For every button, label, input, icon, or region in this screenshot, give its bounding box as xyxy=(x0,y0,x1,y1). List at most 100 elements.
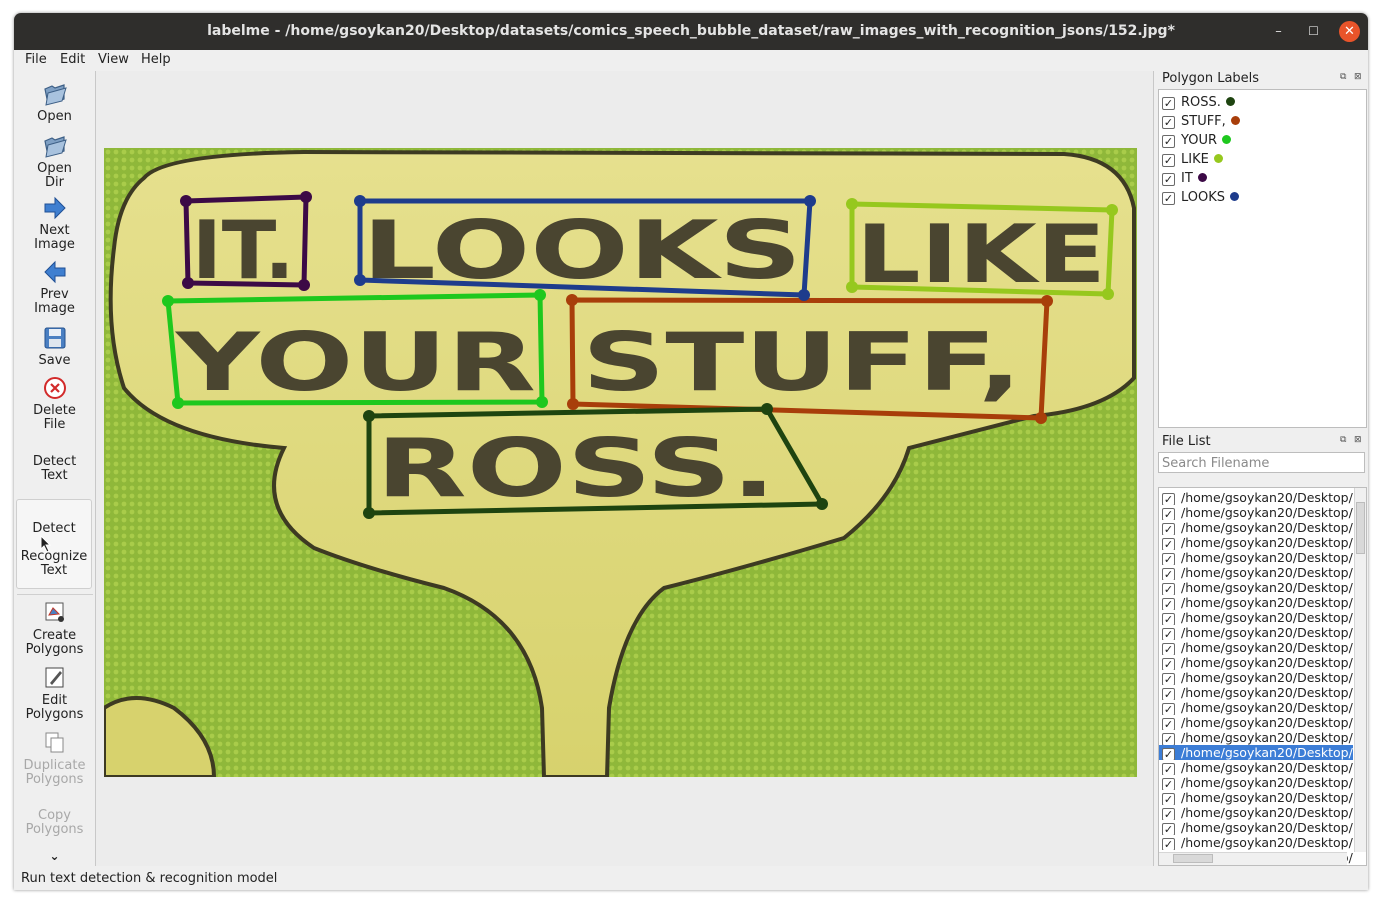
file-list-item[interactable]: ✓ /home/gsoykan20/Desktop/d xyxy=(1159,835,1353,850)
file-list-item[interactable]: ✓ /home/gsoykan20/Desktop/d xyxy=(1159,625,1353,640)
file-list-item[interactable]: ✓ /home/gsoykan20/Desktop/d xyxy=(1159,805,1353,820)
checkbox[interactable]: ✓ xyxy=(1162,748,1175,760)
file-path-text: /home/gsoykan20/Desktop/d xyxy=(1181,610,1353,625)
file-list-item[interactable]: ✓ /home/gsoykan20/Desktop/d xyxy=(1159,595,1353,610)
checkbox[interactable]: ✓ xyxy=(1162,643,1175,655)
checkbox[interactable]: ✓ xyxy=(1162,718,1175,730)
checkbox[interactable]: ✓ xyxy=(1162,568,1175,580)
menu-help[interactable]: Help xyxy=(141,52,171,67)
dock-float-icon[interactable]: ⧉ xyxy=(1340,435,1346,445)
file-list-item[interactable]: ✓ /home/gsoykan20/Desktop/d xyxy=(1159,505,1353,520)
file-list-item[interactable]: ✓ /home/gsoykan20/Desktop/d xyxy=(1159,535,1353,550)
checkbox[interactable]: ✓ xyxy=(1162,598,1175,610)
file-list-item[interactable]: ✓ /home/gsoykan20/Desktop/d xyxy=(1159,610,1353,625)
scroll-thumb[interactable] xyxy=(1173,854,1213,863)
maximize-button[interactable]: ☐ xyxy=(1303,21,1324,42)
dock-close-icon[interactable]: ⊠ xyxy=(1354,435,1362,445)
file-list-horizontal-scrollbar[interactable] xyxy=(1159,852,1347,865)
save-button[interactable]: Save xyxy=(14,325,95,368)
checkbox[interactable]: ✓ xyxy=(1162,173,1175,186)
file-list-item[interactable]: ✓ /home/gsoykan20/Desktop/d xyxy=(1159,775,1353,790)
file-path-text: /home/gsoykan20/Desktop/d xyxy=(1181,745,1353,760)
polygon-label-item[interactable]: ✓ LOOKS xyxy=(1162,189,1240,207)
checkbox[interactable]: ✓ xyxy=(1162,613,1175,625)
polygon-label-item[interactable]: ✓ IT xyxy=(1162,170,1207,188)
checkbox[interactable]: ✓ xyxy=(1162,135,1175,148)
file-list-item[interactable]: ✓ /home/gsoykan20/Desktop/d xyxy=(1159,820,1353,835)
status-bar: Run text detection & recognition model xyxy=(14,869,1368,890)
polygon-label-item[interactable]: ✓ ROSS. xyxy=(1162,94,1235,112)
checkbox[interactable]: ✓ xyxy=(1162,154,1175,167)
checkbox[interactable]: ✓ xyxy=(1162,493,1175,505)
checkbox[interactable]: ✓ xyxy=(1162,553,1175,565)
polygon-label-item[interactable]: ✓ LIKE xyxy=(1162,151,1223,169)
checkbox[interactable]: ✓ xyxy=(1162,808,1175,820)
file-list-item[interactable]: ✓ /home/gsoykan20/Desktop/d xyxy=(1159,490,1353,505)
menu-file[interactable]: File xyxy=(25,52,47,67)
file-list-item[interactable]: ✓ /home/gsoykan20/Desktop/d xyxy=(1159,655,1353,670)
next-image-button[interactable]: Next Image xyxy=(14,195,95,252)
scroll-thumb[interactable] xyxy=(1356,502,1365,554)
checkbox[interactable]: ✓ xyxy=(1162,793,1175,805)
file-list-item[interactable]: ✓ /home/gsoykan20/Desktop/d xyxy=(1159,640,1353,655)
checkbox[interactable]: ✓ xyxy=(1162,763,1175,775)
close-button[interactable]: ✕ xyxy=(1339,21,1360,42)
file-list-item[interactable]: ✓ /home/gsoykan20/Desktop/d xyxy=(1159,715,1353,730)
file-list-item[interactable]: ✓ /home/gsoykan20/Desktop/d xyxy=(1159,670,1353,685)
file-list-vertical-scrollbar[interactable] xyxy=(1354,488,1366,852)
file-list-item[interactable]: ✓ /home/gsoykan20/Desktop/d xyxy=(1159,790,1353,805)
checkbox[interactable]: ✓ xyxy=(1162,658,1175,670)
dock-close-icon[interactable]: ⊠ xyxy=(1354,72,1362,82)
comic-image[interactable]: IT. LOOKS LIKE YOUR STUFF, ROSS. xyxy=(104,148,1137,777)
checkbox[interactable]: ✓ xyxy=(1162,703,1175,715)
checkbox[interactable]: ✓ xyxy=(1162,628,1175,640)
checkbox[interactable]: ✓ xyxy=(1162,192,1175,205)
file-list-item[interactable]: ✓ /home/gsoykan20/Desktop/d xyxy=(1159,580,1353,595)
create-polygons-button[interactable]: Create Polygons xyxy=(14,600,95,657)
menu-edit[interactable]: Edit xyxy=(60,52,85,67)
file-list-item[interactable]: ✓ /home/gsoykan20/Desktop/d xyxy=(1159,745,1353,760)
canvas-area[interactable]: IT. LOOKS LIKE YOUR STUFF, ROSS. xyxy=(95,71,1154,866)
checkbox[interactable]: ✓ xyxy=(1162,688,1175,700)
chevron-down-icon[interactable]: ⌄ xyxy=(14,849,95,863)
checkbox[interactable]: ✓ xyxy=(1162,583,1175,595)
file-path-text: /home/gsoykan20/Desktop/d xyxy=(1181,820,1353,835)
file-list-item[interactable]: ✓ /home/gsoykan20/Desktop/d xyxy=(1159,685,1353,700)
checkbox[interactable]: ✓ xyxy=(1162,116,1175,129)
file-path-text: /home/gsoykan20/Desktop/d xyxy=(1181,625,1353,640)
duplicate-polygons-button[interactable]: Duplicate Polygons xyxy=(14,730,95,787)
file-list-item[interactable]: ✓ /home/gsoykan20/Desktop/d xyxy=(1159,550,1353,565)
checkbox[interactable]: ✓ xyxy=(1162,778,1175,790)
file-list-item[interactable]: ✓ /home/gsoykan20/Desktop/d xyxy=(1159,520,1353,535)
polygon-label-item[interactable]: ✓ YOUR xyxy=(1162,132,1232,150)
file-search-input[interactable]: Search Filename xyxy=(1158,452,1365,473)
checkbox[interactable]: ✓ xyxy=(1162,538,1175,550)
detect-recognize-text-button[interactable]: Detect Recognize Text xyxy=(16,499,92,589)
file-list-item[interactable]: ✓ /home/gsoykan20/Desktop/d xyxy=(1159,730,1353,745)
checkbox[interactable]: ✓ xyxy=(1162,673,1175,685)
polygon-label-text: LOOKS xyxy=(1181,190,1226,205)
checkbox[interactable]: ✓ xyxy=(1162,838,1175,850)
copy-polygons-button[interactable]: Copy Polygons xyxy=(14,809,95,837)
checkbox[interactable]: ✓ xyxy=(1162,508,1175,520)
checkbox[interactable]: ✓ xyxy=(1162,97,1175,110)
minimize-button[interactable]: – xyxy=(1268,21,1289,42)
open-button[interactable]: Open xyxy=(14,81,95,124)
detect-text-button[interactable]: Detect Text xyxy=(14,455,95,483)
dock-float-icon[interactable]: ⧉ xyxy=(1340,72,1346,82)
file-list-item[interactable]: ✓ /home/gsoykan20/Desktop/d xyxy=(1159,700,1353,715)
file-list: ✓ /home/gsoykan20/Desktop/d ✓ /home/gsoykan… xyxy=(1158,487,1367,866)
delete-file-button[interactable]: Delete File xyxy=(14,375,95,432)
edit-polygons-button[interactable]: Edit Polygons xyxy=(14,665,95,722)
file-list-item[interactable]: ✓ /home/gsoykan20/Desktop/d xyxy=(1159,565,1353,580)
prev-image-button[interactable]: Prev Image xyxy=(14,259,95,316)
copy-polygons-label-2: Polygons xyxy=(25,822,84,837)
file-path-text: /home/gsoykan20/Desktop/d xyxy=(1181,535,1353,550)
checkbox[interactable]: ✓ xyxy=(1162,523,1175,535)
menu-view[interactable]: View xyxy=(98,52,129,67)
checkbox[interactable]: ✓ xyxy=(1162,823,1175,835)
polygon-label-item[interactable]: ✓ STUFF, xyxy=(1162,113,1240,131)
file-list-item[interactable]: ✓ /home/gsoykan20/Desktop/d xyxy=(1159,760,1353,775)
checkbox[interactable]: ✓ xyxy=(1162,733,1175,745)
open-dir-button[interactable]: Open Dir xyxy=(14,133,95,190)
